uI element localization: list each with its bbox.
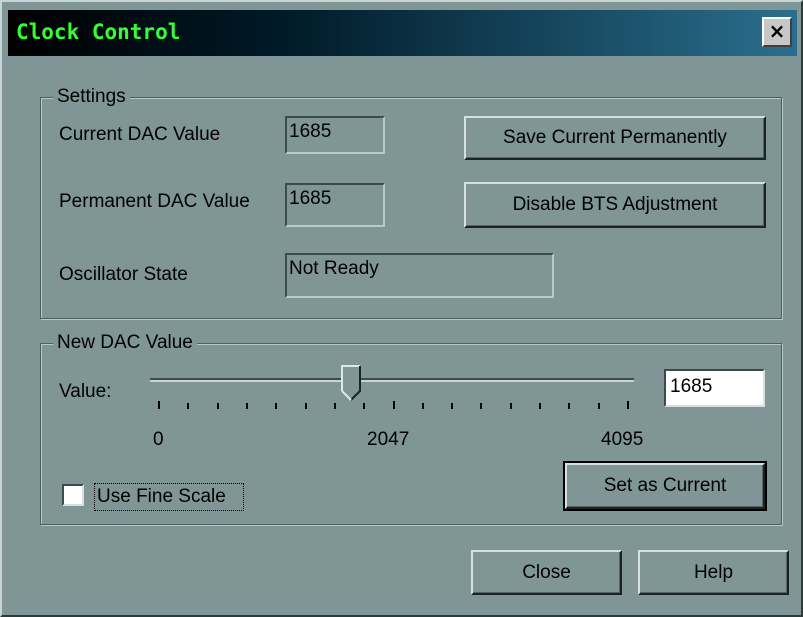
slider-tick bbox=[568, 403, 570, 409]
slider-tick bbox=[451, 403, 453, 409]
tick-label-0: 0 bbox=[153, 429, 164, 450]
slider-tick bbox=[187, 403, 189, 409]
tick-label-4095: 4095 bbox=[601, 429, 644, 450]
value-label: Value: bbox=[59, 381, 112, 402]
slider-tick bbox=[539, 403, 541, 409]
permanent-dac-field: 1685 bbox=[285, 183, 385, 227]
fine-scale-focus[interactable]: Use Fine Scale bbox=[94, 483, 244, 511]
slider-tick bbox=[510, 403, 512, 409]
slider-tick bbox=[627, 401, 629, 409]
help-button[interactable]: Help bbox=[638, 550, 789, 595]
slider-tick bbox=[246, 403, 248, 409]
slider-tick bbox=[334, 403, 336, 409]
tick-label-2047: 2047 bbox=[367, 429, 410, 450]
title-bar[interactable]: Clock Control × bbox=[8, 10, 797, 56]
save-current-permanently-button[interactable]: Save Current Permanently bbox=[464, 116, 766, 160]
settings-group-label: Settings bbox=[53, 85, 130, 109]
slider-thumb[interactable] bbox=[341, 365, 361, 401]
clock-control-dialog: Clock Control × Settings Current DAC Val… bbox=[0, 0, 803, 617]
set-as-current-button[interactable]: Set as Current bbox=[563, 461, 767, 511]
fine-scale-label: Use Fine Scale bbox=[97, 486, 226, 507]
slider-tick bbox=[217, 403, 219, 409]
current-dac-field: 1685 bbox=[285, 116, 385, 154]
dac-value-input[interactable]: 1685 bbox=[664, 369, 765, 407]
window-title: Clock Control bbox=[16, 20, 181, 44]
slider-tick bbox=[158, 401, 160, 409]
fine-scale-checkbox[interactable] bbox=[62, 484, 84, 506]
permanent-dac-label: Permanent DAC Value bbox=[59, 191, 250, 212]
disable-bts-adjustment-button[interactable]: Disable BTS Adjustment bbox=[464, 182, 766, 228]
close-button[interactable]: Close bbox=[471, 550, 622, 595]
slider-tick bbox=[480, 403, 482, 409]
slider-track[interactable] bbox=[150, 378, 634, 382]
slider-tick bbox=[275, 403, 277, 409]
slider-tick bbox=[363, 403, 365, 409]
slider-tick bbox=[598, 403, 600, 409]
oscillator-state-label: Oscillator State bbox=[59, 264, 188, 285]
current-dac-label: Current DAC Value bbox=[59, 124, 221, 145]
slider-tick bbox=[422, 403, 424, 409]
slider-tick bbox=[305, 403, 307, 409]
oscillator-state-field: Not Ready bbox=[285, 253, 554, 298]
slider-tick bbox=[393, 401, 395, 409]
close-icon[interactable]: × bbox=[762, 17, 792, 47]
new-dac-group-label: New DAC Value bbox=[53, 331, 197, 355]
